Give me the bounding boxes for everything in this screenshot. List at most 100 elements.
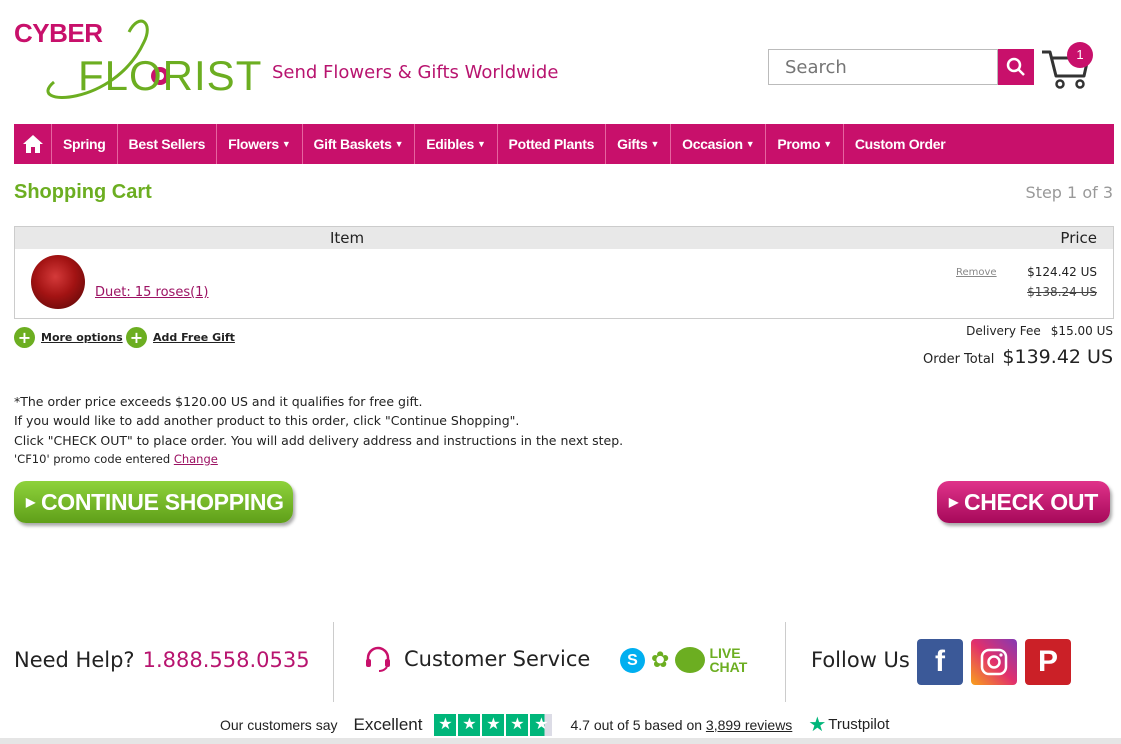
nav-item-occasion[interactable]: Occasion ▼ [671, 124, 767, 164]
pinterest-icon[interactable]: P [1025, 639, 1071, 685]
live-chat-button[interactable]: LIVE CHAT [675, 646, 747, 674]
search-icon [1006, 57, 1025, 76]
continue-note: If you would like to add another product… [14, 413, 520, 429]
checkout-note: Click "CHECK OUT" to place order. You wi… [14, 432, 624, 448]
logo-text-cyber: CYBER [14, 18, 103, 48]
nav-item-flowers[interactable]: Flowers ▼ [217, 124, 303, 164]
rating-text: 4.7 out of 5 based on [570, 716, 703, 733]
checkout-label: CHECK OUT [963, 488, 1098, 515]
nav-item-edibles[interactable]: Edibles ▼ [415, 124, 498, 164]
cart-table: Item Price Duet: 15 roses(1) Remove $124… [14, 226, 1114, 319]
order-total-label: Order Total [922, 352, 995, 367]
nav-item-gifts[interactable]: Gifts ▼ [606, 124, 672, 164]
skype-icon[interactable]: S [620, 647, 645, 673]
chat-options: S ✿ LIVE CHAT [620, 646, 747, 674]
trustpilot-brand: Trustpilot [828, 716, 890, 733]
tagline: Send Flowers & Gifts Worldwide [272, 62, 559, 83]
caret-down-icon: ▼ [823, 139, 832, 149]
more-options-label: More options [41, 331, 123, 344]
nav-item-label: Best Sellers [128, 136, 206, 152]
need-help-label: Need Help? [14, 648, 135, 672]
search-button[interactable] [998, 49, 1034, 85]
customers-say-label: Our customers say [220, 716, 338, 733]
facebook-icon[interactable]: f [917, 639, 963, 685]
live-chat-label: LIVE CHAT [709, 646, 747, 674]
logo-text-florist: FLORIST [78, 52, 263, 99]
nav-item-gift-baskets[interactable]: Gift Baskets ▼ [303, 124, 416, 164]
nav-item-label: Edibles [426, 136, 474, 152]
delivery-fee: Delivery Fee $15.00 US [966, 324, 1113, 338]
headset-icon [366, 646, 390, 672]
delivery-fee-label: Delivery Fee [966, 324, 1041, 338]
product-original-price: $138.24 US [1027, 285, 1097, 299]
change-promo-link[interactable]: Change [174, 452, 218, 466]
nav-item-best-sellers[interactable]: Best Sellers [118, 124, 218, 164]
chat-bubble-icon [675, 647, 706, 673]
order-total-value: $139.42 US [1002, 346, 1113, 368]
site-logo[interactable]: CYBER FLORIST [14, 12, 261, 108]
rating-summary: 4.7 out of 5 based on 3,899 reviews [570, 717, 792, 733]
caret-down-icon: ▼ [476, 139, 486, 149]
instagram-icon[interactable] [971, 639, 1017, 685]
reviews-link[interactable]: 3,899 reviews [706, 717, 792, 733]
icq-flower-icon[interactable]: ✿ [651, 648, 669, 673]
product-price: $124.42 US [1027, 265, 1097, 279]
caret-down-icon: ▼ [745, 139, 755, 149]
caret-down-icon: ▼ [650, 139, 660, 149]
nav-item-label: Gifts [617, 136, 648, 152]
table-row: Duet: 15 roses(1) Remove $124.42 US $138… [15, 249, 1113, 319]
search-input[interactable] [768, 49, 998, 85]
nav-item-label: Custom Order [854, 136, 946, 152]
order-total: Order Total $139.42 US [923, 346, 1113, 368]
nav-item-label: Spring [63, 136, 106, 152]
instagram-glyph [980, 648, 1008, 676]
nav-item-custom-order[interactable]: Custom Order [844, 124, 957, 164]
step-indicator: Step 1 of 3 [1025, 183, 1113, 202]
trustpilot-widget[interactable]: Our customers say Excellent ★ ★ ★ ★ ★ 4.… [220, 712, 889, 737]
promo-note: 'CF10' promo code entered Change [14, 450, 623, 469]
rating-word: Excellent [353, 714, 423, 734]
nav-home[interactable] [14, 124, 52, 164]
column-header-item: Item [330, 229, 365, 247]
star-icon: ★ [482, 713, 505, 736]
phone-number[interactable]: 1.888.558.0535 [143, 648, 310, 672]
continue-shopping-button[interactable]: ▶ CONTINUE SHOPPING [14, 481, 293, 523]
add-free-gift-label: Add Free Gift [153, 331, 235, 344]
star-icon: ★ [458, 713, 481, 736]
home-icon [22, 135, 43, 153]
arrow-right-icon: ▶ [949, 495, 958, 509]
cart-table-header: Item Price [15, 227, 1113, 249]
arrow-right-icon: ▶ [26, 495, 35, 509]
add-free-gift-button[interactable]: + Add Free Gift [126, 327, 235, 348]
remove-link[interactable]: Remove [956, 267, 997, 278]
column-header-price: Price [1060, 229, 1097, 247]
trustpilot-logo[interactable]: ★ Trustpilot [808, 712, 889, 737]
more-options-button[interactable]: + More options [14, 327, 123, 348]
nav-item-label: Promo [777, 136, 821, 152]
continue-shopping-label: CONTINUE SHOPPING [40, 488, 284, 515]
star-icon: ★ [506, 713, 529, 736]
nav-item-label: Flowers [228, 136, 279, 152]
caret-down-icon: ▼ [394, 139, 404, 149]
product-image[interactable] [31, 255, 85, 309]
main-nav: Spring Best Sellers Flowers ▼ Gift Basket… [14, 124, 1114, 164]
product-name-link[interactable]: Duet: 15 roses(1) [95, 285, 209, 300]
nav-item-potted-plants[interactable]: Potted Plants [498, 124, 607, 164]
plus-icon: + [126, 327, 147, 348]
plus-icon: + [14, 327, 35, 348]
customer-service[interactable]: Customer Service [364, 646, 590, 672]
page-title: Shopping Cart [14, 181, 152, 203]
trustpilot-star-icon: ★ [808, 714, 827, 736]
nav-item-promo[interactable]: Promo ▼ [766, 124, 844, 164]
checkout-button[interactable]: ▶ CHECK OUT [937, 481, 1110, 523]
nav-item-label: Potted Plants [508, 136, 595, 152]
nav-item-label: Occasion [682, 136, 743, 152]
live-chat-line2: CHAT [709, 659, 748, 675]
promo-note-text: 'CF10' promo code entered [14, 451, 171, 466]
delivery-fee-value: $15.00 US [1050, 324, 1113, 338]
star-icon: ★ [530, 713, 553, 736]
nav-item-spring[interactable]: Spring [52, 124, 118, 164]
nav-item-label: Gift Baskets [313, 136, 392, 152]
rating-stars: ★ ★ ★ ★ ★ [434, 713, 554, 736]
caret-down-icon: ▼ [281, 139, 291, 149]
